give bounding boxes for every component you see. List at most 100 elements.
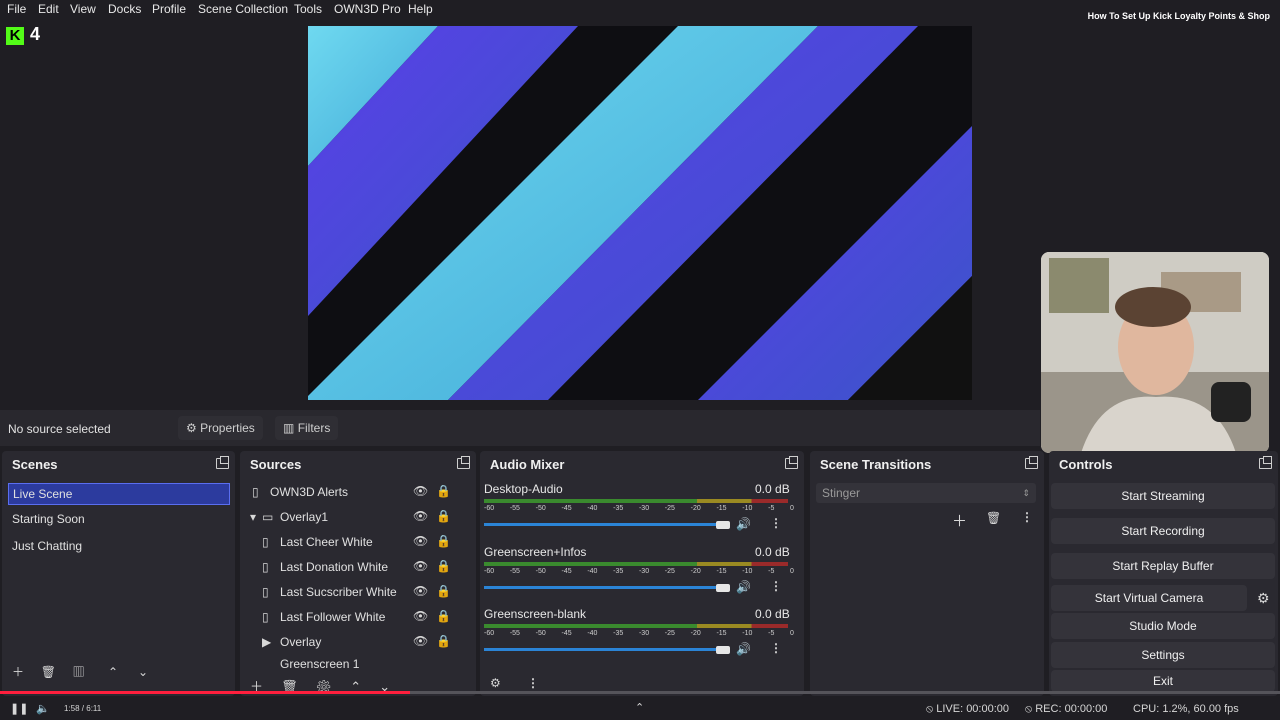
chevron-up-icon[interactable]: ⌃ (635, 701, 644, 714)
add-icon[interactable]: ＋ (952, 510, 967, 531)
filters-button[interactable]: ▥ Filters (275, 416, 339, 440)
preview-stripes (308, 26, 972, 400)
lock-icon[interactable]: 🔒 (436, 509, 451, 523)
eye-icon[interactable]: 👁 (413, 484, 428, 498)
rec-time: REC: 00:00:00 (1035, 703, 1108, 715)
file-icon: ▯ (262, 610, 269, 624)
eye-icon[interactable]: 👁 (413, 634, 428, 648)
trash-icon[interactable]: 🗑 (41, 665, 56, 679)
webcam-person-image (1041, 252, 1269, 453)
lock-icon[interactable]: 🔒 (436, 559, 451, 573)
popout-icon[interactable] (1259, 456, 1272, 469)
scene-item[interactable]: Starting Soon (8, 509, 85, 529)
start-replay-buffer-button[interactable]: Start Replay Buffer (1051, 553, 1275, 579)
source-row[interactable]: ▯ Last Donation White 👁 🔒 (248, 556, 458, 578)
menu-tools[interactable]: Tools (294, 2, 322, 16)
gear-icon[interactable]: ⚙ (1257, 590, 1270, 607)
exit-button[interactable]: Exit (1051, 670, 1275, 692)
lock-icon[interactable]: 🔒 (436, 484, 451, 498)
speaker-icon[interactable]: 🔊 (736, 517, 751, 531)
menu-edit[interactable]: Edit (38, 2, 59, 16)
source-row[interactable]: ▯ Last Sucscriber White 👁 🔒 (248, 581, 458, 603)
mixer-settings-icon[interactable]: ⚙ (490, 676, 501, 690)
slider-knob[interactable] (716, 584, 730, 592)
source-row[interactable]: ▾ ▭ Overlay1 👁 🔒 (248, 506, 458, 528)
gear-icon: ⚙ (186, 421, 197, 435)
more-icon[interactable]: ⋮ (770, 579, 782, 593)
filter-icon[interactable]: ▥ (73, 665, 85, 679)
down-icon[interactable]: ⌄ (138, 665, 148, 679)
cpu-status: CPU: 1.2%, 60.00 fps (1133, 703, 1239, 715)
source-label: Greenscreen 1 (280, 657, 360, 668)
studio-mode-button[interactable]: Studio Mode (1051, 613, 1275, 639)
start-recording-button[interactable]: Start Recording (1051, 518, 1275, 544)
start-virtual-camera-button[interactable]: Start Virtual Camera (1051, 585, 1247, 611)
lock-icon[interactable]: 🔒 (436, 534, 451, 548)
menu-docks[interactable]: Docks (108, 2, 141, 16)
scenes-dock: Scenes Live Scene Starting Soon Just Cha… (2, 451, 235, 696)
volume-slider[interactable] (484, 648, 724, 651)
preview-canvas[interactable] (308, 26, 972, 400)
menu-file[interactable]: File (7, 2, 26, 16)
live-status: ⦸ LIVE: 00:00:00 (926, 703, 1010, 715)
more-icon[interactable]: ⋮ (770, 641, 782, 655)
source-label: Overlay1 (280, 510, 329, 524)
chevron-down-icon[interactable]: ▾ (250, 510, 256, 524)
properties-button[interactable]: ⚙ Properties (178, 416, 263, 440)
popout-icon[interactable] (1025, 456, 1038, 469)
start-streaming-button[interactable]: Start Streaming (1051, 483, 1275, 509)
source-row[interactable]: Greenscreen 1 (248, 656, 458, 668)
scene-item[interactable]: Live Scene (8, 483, 230, 505)
more-icon[interactable]: ⋮ (527, 676, 539, 690)
add-icon[interactable]: ＋ (12, 665, 24, 679)
eye-icon[interactable]: 👁 (413, 534, 428, 548)
transition-select[interactable]: Stinger ⇕ (816, 483, 1036, 503)
menu-scene-collection[interactable]: Scene Collection (198, 2, 288, 16)
slider-knob[interactable] (716, 521, 730, 529)
pause-icon[interactable]: ❚❚ (10, 702, 28, 715)
scene-item[interactable]: Just Chatting (8, 536, 82, 556)
scenes-title: Scenes (12, 457, 58, 472)
trash-icon[interactable]: 🗑 (986, 511, 1001, 525)
menu-help[interactable]: Help (408, 2, 433, 16)
sources-title: Sources (250, 457, 302, 472)
lock-icon[interactable]: 🔒 (436, 609, 451, 623)
settings-button[interactable]: Settings (1051, 642, 1275, 668)
speaker-icon[interactable]: 🔊 (736, 580, 751, 594)
no-source-label: No source selected (8, 422, 111, 436)
player-time: 1:58 / 6:11 (64, 704, 102, 713)
scenes-toolbar: ＋ 🗑 ▥ ⌃ ⌄ (12, 663, 172, 680)
popout-icon[interactable] (216, 456, 229, 469)
slider-knob[interactable] (716, 646, 730, 654)
popout-icon[interactable] (457, 456, 470, 469)
source-row[interactable]: ▯ OWN3D Alerts 👁 🔒 (248, 481, 458, 503)
eye-icon[interactable]: 👁 (413, 584, 428, 598)
volume-slider[interactable] (484, 586, 724, 589)
rec-status: ⦸ REC: 00:00:00 (1025, 703, 1108, 715)
status-bar: ❚❚ 🔈 1:58 / 6:11 ⌃ ⦸ LIVE: 00:00:00 ⦸ RE… (0, 698, 1280, 720)
source-row[interactable]: ▶ Overlay 👁 🔒 (248, 631, 458, 653)
menu-view[interactable]: View (70, 2, 96, 16)
eye-icon[interactable]: 👁 (413, 509, 428, 523)
lock-icon[interactable]: 🔒 (436, 584, 451, 598)
video-title: How To Set Up Kick Loyalty Points & Shop (1087, 11, 1270, 21)
speaker-icon[interactable]: 🔊 (736, 642, 751, 656)
file-icon: ▯ (262, 585, 269, 599)
eye-icon[interactable]: 👁 (413, 559, 428, 573)
menu-own3d-pro[interactable]: OWN3D Pro (334, 2, 401, 16)
eye-icon[interactable]: 👁 (413, 609, 428, 623)
more-icon[interactable]: ⋮ (1021, 510, 1033, 524)
menu-profile[interactable]: Profile (152, 2, 186, 16)
more-icon[interactable]: ⋮ (770, 516, 782, 530)
source-row[interactable]: ▯ Last Follower White 👁 🔒 (248, 606, 458, 628)
transition-selected-value: Stinger (822, 486, 861, 500)
volume-slider[interactable] (484, 523, 724, 526)
volume-icon[interactable]: 🔈 (36, 702, 50, 715)
popout-icon[interactable] (785, 456, 798, 469)
channel-db: 0.0 dB (755, 482, 790, 496)
up-icon[interactable]: ⌃ (108, 665, 118, 679)
source-row[interactable]: ▯ Last Cheer White 👁 🔒 (248, 531, 458, 553)
scene-transitions-title: Scene Transitions (820, 457, 932, 472)
filters-label: Filters (297, 421, 331, 435)
lock-icon[interactable]: 🔒 (436, 634, 451, 648)
